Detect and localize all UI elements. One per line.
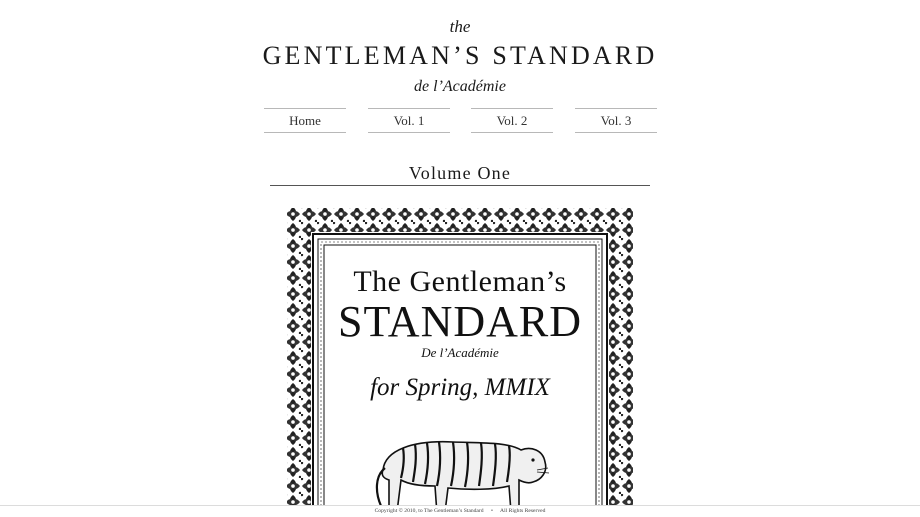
cover-title-line-2: STANDARD (337, 297, 583, 346)
section-title: Volume One (270, 162, 650, 186)
footer-separator: • (490, 508, 493, 514)
nav-item-vol-1[interactable]: Vol. 1 (368, 108, 450, 133)
footer: Copyright © 2010, to The Gentleman’s Sta… (0, 505, 920, 517)
footer-copyright: Copyright © 2010, to The Gentleman’s Sta… (374, 508, 484, 514)
masthead: the GENTLEMAN’S STANDARD de l’Académie (0, 16, 920, 98)
site-subtitle: de l’Académie (414, 78, 506, 95)
nav-item-home[interactable]: Home (264, 108, 346, 133)
nav-item-vol-3[interactable]: Vol. 3 (575, 108, 657, 133)
tiger-illustration (375, 440, 550, 516)
page: the GENTLEMAN’S STANDARD de l’Académie H… (0, 0, 920, 517)
main-nav: Home Vol. 1 Vol. 2 Vol. 3 (264, 108, 657, 134)
site-title[interactable]: GENTLEMAN’S STANDARD (0, 39, 920, 73)
nav-item-vol-2[interactable]: Vol. 2 (471, 108, 553, 133)
masthead-the: the (449, 17, 471, 36)
footer-rights: All Rights Reserved (500, 508, 546, 514)
cover-image[interactable]: The Gentleman’s STANDARD De l’Académie f… (285, 206, 635, 517)
cover-title-line-1: The Gentleman’s (353, 265, 567, 298)
cover-edition: for Spring, MMIX (370, 374, 550, 401)
cover-subtitle: De l’Académie (421, 345, 499, 360)
